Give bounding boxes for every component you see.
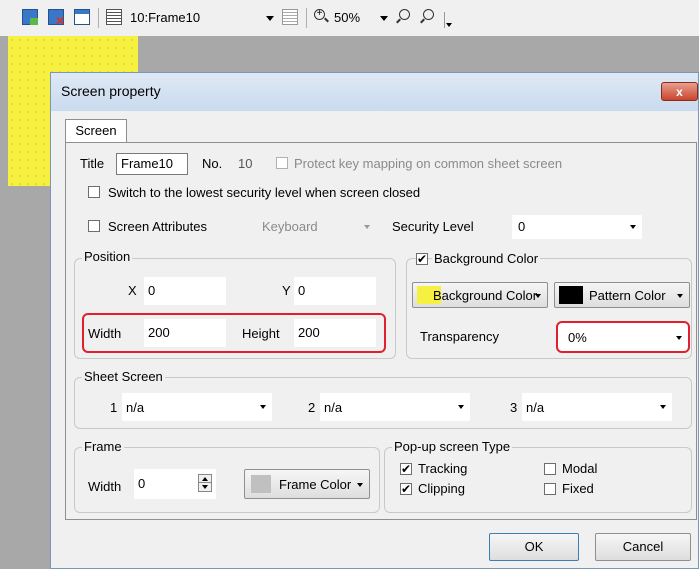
zoom-out-icon[interactable] — [396, 9, 412, 25]
cancel-button[interactable]: Cancel — [595, 533, 691, 561]
y-input[interactable]: 0 — [294, 277, 376, 305]
fixed-label: Fixed — [562, 481, 594, 496]
sheet-3-select[interactable]: n/a — [522, 393, 672, 421]
screen-attributes-checkbox[interactable] — [88, 220, 100, 232]
tab-panel: Title Frame10 No. 10 Protect key mapping… — [65, 142, 697, 520]
screen-attributes-label: Screen Attributes — [108, 219, 207, 234]
tracking-checkbox[interactable]: ✔ — [400, 463, 412, 475]
frame-color-button[interactable]: Frame Color — [244, 469, 370, 499]
switch-security-checkbox[interactable] — [88, 186, 100, 198]
layer-icon[interactable] — [282, 9, 298, 25]
chevron-down-icon — [660, 405, 666, 409]
sheet-1-value: n/a — [126, 400, 145, 415]
sheet-2-value: n/a — [324, 400, 343, 415]
transparency-value: 0% — [568, 330, 587, 345]
frame-width-input[interactable]: 0 — [134, 469, 216, 499]
chevron-down-icon — [535, 294, 541, 298]
chevron-down-icon — [458, 405, 464, 409]
keyboard-select[interactable]: Keyboard — [256, 215, 376, 239]
no-label: No. — [202, 156, 223, 171]
dialog-titlebar[interactable]: Screen property x — [51, 73, 698, 111]
frame-width-value: 0 — [138, 476, 146, 491]
transparency-select[interactable]: 0% — [556, 321, 690, 353]
frame-list-icon[interactable] — [106, 9, 122, 25]
protect-key-label: Protect key mapping on common sheet scre… — [294, 156, 563, 171]
no-value: 10 — [238, 156, 253, 171]
dialog-title: Screen property — [61, 83, 161, 99]
sheet-screen-legend: Sheet Screen — [82, 369, 165, 384]
zoom-select[interactable]: 50% — [334, 10, 360, 25]
frame-legend: Frame — [82, 439, 124, 454]
chevron-down-icon — [630, 225, 636, 229]
zoom-fit-icon[interactable] — [420, 9, 436, 25]
protect-key-checkbox[interactable] — [276, 157, 288, 169]
frame-width-label: Width — [88, 479, 122, 494]
pattern-color-button[interactable]: Pattern Color — [554, 282, 690, 308]
chevron-down-icon — [676, 336, 682, 340]
modal-label: Modal — [562, 461, 598, 476]
screen-property-icon[interactable] — [74, 9, 90, 25]
security-level-value: 0 — [518, 219, 526, 234]
sheet-1-label: 1 — [110, 400, 118, 415]
chevron-down-icon[interactable] — [380, 16, 388, 21]
frame-color-button-label: Frame Color — [279, 477, 352, 492]
highlight-width-height — [82, 313, 386, 353]
zoom-in-icon[interactable]: + — [314, 9, 330, 25]
close-button[interactable]: x — [661, 82, 698, 101]
pattern-color-button-label: Pattern Color — [589, 288, 666, 303]
ok-button[interactable]: OK — [489, 533, 579, 561]
delete-screen-icon[interactable]: ✕ — [48, 9, 65, 27]
background-color-label: Background Color — [432, 251, 541, 266]
keyboard-value: Keyboard — [262, 219, 318, 234]
switch-security-label: Switch to the lowest security level when… — [108, 185, 421, 200]
background-color-button[interactable]: Background Color — [412, 282, 548, 308]
tracking-label: Tracking — [418, 461, 468, 476]
clipping-label: Clipping — [418, 481, 465, 496]
sheet-2-select[interactable]: n/a — [320, 393, 470, 421]
fixed-checkbox[interactable] — [544, 483, 556, 495]
title-input[interactable]: Frame10 — [116, 153, 188, 175]
y-label: Y — [282, 283, 291, 298]
tab-screen[interactable]: Screen — [65, 119, 127, 143]
sheet-2-label: 2 — [308, 400, 316, 415]
background-color-button-label: Background Color — [433, 288, 538, 303]
popup-type-group — [384, 447, 692, 513]
chevron-down-icon[interactable] — [266, 16, 274, 21]
security-level-label: Security Level — [392, 219, 474, 234]
sheet-1-select[interactable]: n/a — [122, 393, 272, 421]
clipping-checkbox[interactable]: ✔ — [400, 483, 412, 495]
transparency-label: Transparency — [420, 329, 499, 344]
chevron-down-icon — [357, 483, 363, 487]
x-input[interactable]: 0 — [144, 277, 226, 305]
toolbar-separator — [98, 8, 99, 28]
screen-property-dialog: Screen property x Screen Title Frame10 N… — [50, 72, 699, 569]
toolbar: ✕ 10:Frame10 + 50% — [0, 0, 699, 36]
pattern-color-swatch — [559, 286, 583, 304]
spin-stepper-icon[interactable] — [198, 474, 212, 492]
toolbar-separator — [306, 8, 307, 28]
frame-select[interactable]: 10:Frame10 — [130, 10, 200, 25]
chevron-down-icon — [677, 294, 683, 298]
chevron-down-icon — [260, 405, 266, 409]
chevron-down-icon — [364, 225, 370, 229]
sheet-3-label: 3 — [510, 400, 518, 415]
sheet-3-value: n/a — [526, 400, 545, 415]
popup-type-legend: Pop-up screen Type — [392, 439, 513, 454]
background-color-checkbox[interactable]: ✔ — [416, 253, 428, 265]
toolbar-overflow-icon[interactable] — [444, 12, 452, 28]
modal-checkbox[interactable] — [544, 463, 556, 475]
frame-color-swatch — [251, 475, 271, 493]
position-legend: Position — [82, 249, 133, 264]
x-label: X — [128, 283, 137, 298]
security-level-select[interactable]: 0 — [512, 215, 642, 239]
title-label: Title — [80, 156, 105, 171]
add-screen-icon[interactable] — [22, 9, 38, 25]
